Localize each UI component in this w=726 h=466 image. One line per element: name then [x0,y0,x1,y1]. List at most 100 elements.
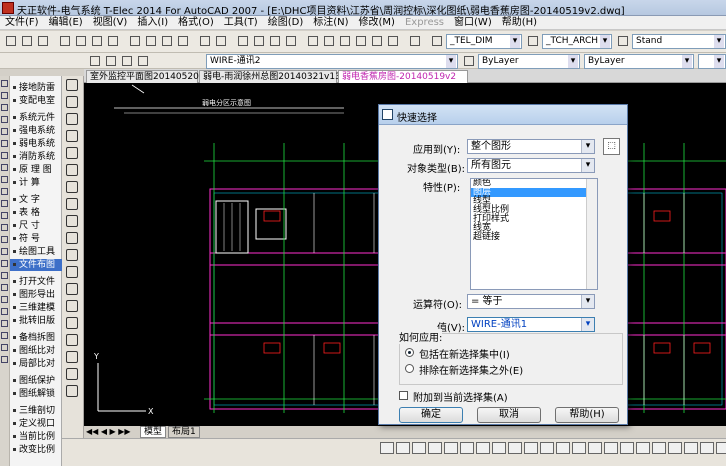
panel-item[interactable]: 尺 寸 [10,220,62,232]
layer-manager-icon[interactable] [88,54,102,68]
status-toggle-icon[interactable] [524,442,538,454]
panel-item[interactable]: 符 号 [10,233,62,245]
menu-item[interactable]: 格式(O) [173,16,219,30]
plot-icon[interactable] [106,34,120,48]
panel-item[interactable]: 当前比例 [10,431,62,443]
strip-icon[interactable] [1,272,8,279]
panel-item[interactable]: 文件布图 [10,259,62,271]
panel-item[interactable]: 局部比对 [10,358,62,370]
tab-nav-arrows[interactable]: ◀◀ ◀ ▶ ▶▶ [86,427,131,436]
text-style-icon[interactable] [430,34,444,48]
menu-item[interactable]: 修改(M) [354,16,400,30]
copy-icon[interactable] [144,34,158,48]
menu-item[interactable]: 文件(F) [0,16,44,30]
region-icon[interactable] [66,351,78,363]
ok-button[interactable]: 确定 [399,407,463,423]
strip-icon[interactable] [1,80,8,87]
panel-item[interactable]: 文 字 [10,194,62,206]
status-toggle-icon[interactable] [556,442,570,454]
hatch-icon[interactable] [66,317,78,329]
strip-icon[interactable] [1,200,8,207]
panel-item[interactable]: 图纸比对 [10,345,62,357]
help-button[interactable]: 帮助(H) [555,407,619,423]
status-toggle-icon[interactable] [396,442,410,454]
new-icon[interactable] [4,34,18,48]
status-toggle-icon[interactable] [508,442,522,454]
gradient-icon[interactable] [66,334,78,346]
status-toggle-icon[interactable] [476,442,490,454]
panel-item[interactable]: 图形导出 [10,289,62,301]
status-toggle-icon[interactable] [412,442,426,454]
panel-item[interactable]: 改变比例 [10,444,62,456]
doc-tab-2[interactable]: 弱电香蕉房图-20140519v2 [338,70,468,83]
layer-color-icon[interactable] [136,54,150,68]
strip-icon[interactable] [1,140,8,147]
status-toggle-icon[interactable] [444,442,458,454]
strip-icon[interactable] [1,236,8,243]
status-toggle-icon[interactable] [700,442,714,454]
match-properties-icon[interactable] [176,34,190,48]
status-toggle-icon[interactable] [572,442,586,454]
append-checkbox[interactable] [399,391,408,400]
panel-item[interactable]: 绘图工具 [10,246,62,258]
panel-item[interactable]: 三维剖切 [10,405,62,417]
strip-icon[interactable] [1,260,8,267]
rectangle-icon[interactable] [66,147,78,159]
layer-freeze-icon[interactable] [104,54,118,68]
strip-icon[interactable] [1,284,8,291]
quickcalc-icon[interactable] [386,34,400,48]
publish-icon[interactable] [90,34,104,48]
dim-style-icon[interactable] [526,34,540,48]
strip-icon[interactable] [1,308,8,315]
tool-palette-icon[interactable] [338,34,352,48]
layer-lock-icon[interactable] [120,54,134,68]
strip-icon[interactable] [1,356,8,363]
panel-item[interactable]: 强电系统 [10,125,62,137]
exclude-radio[interactable] [405,364,414,373]
strip-icon[interactable] [1,320,8,327]
color-select[interactable]: ByLayer [478,54,580,69]
zoom-previous-icon[interactable] [284,34,298,48]
panel-item[interactable]: 表 格 [10,207,62,219]
design-center-icon[interactable] [322,34,336,48]
status-toggle-icon[interactable] [540,442,554,454]
strip-icon[interactable] [1,116,8,123]
preview-icon[interactable] [74,34,88,48]
panel-item[interactable]: 接地防雷 [10,82,62,94]
lineweight-select[interactable] [698,54,726,69]
strip-icon[interactable] [1,224,8,231]
strip-icon[interactable] [1,188,8,195]
panel-item[interactable]: 图纸保护 [10,375,62,387]
tab-model[interactable]: 模型 [140,426,167,438]
include-radio[interactable] [405,348,414,357]
strip-icon[interactable] [1,92,8,99]
zoom-realtime-icon[interactable] [252,34,266,48]
strip-icon[interactable] [1,296,8,303]
doc-tab-0[interactable]: 室外监控平面图20140520 [86,70,199,83]
sheet-set-icon[interactable] [354,34,368,48]
status-toggle-icon[interactable] [620,442,634,454]
panel-item[interactable]: 图纸解锁 [10,388,62,400]
menu-item[interactable]: 编辑(E) [44,16,88,30]
open-icon[interactable] [20,34,34,48]
select-objects-button[interactable]: ⬚ [603,138,620,155]
save-icon[interactable] [36,34,50,48]
menu-item[interactable]: Express [400,16,449,30]
tab-layout1[interactable]: 布局1 [168,426,200,438]
cut-icon[interactable] [128,34,142,48]
doc-tab-1[interactable]: 弱电-雨润徐州总图20140321v13 [199,70,341,83]
arc-icon[interactable] [66,164,78,176]
value-select[interactable]: WIRE-通讯1 [467,317,595,332]
markup-icon[interactable] [370,34,384,48]
status-toggle-icon[interactable] [460,442,474,454]
strip-icon[interactable] [1,152,8,159]
print-icon[interactable] [58,34,72,48]
dialog-titlebar[interactable]: 快速选择 [379,105,627,125]
status-toggle-icon[interactable] [604,442,618,454]
panel-item[interactable]: 打开文件 [10,276,62,288]
panel-item[interactable]: 计 算 [10,177,62,189]
status-toggle-icon[interactable] [588,442,602,454]
table-style-select[interactable]: Stand [632,34,726,49]
layer-select[interactable]: WIRE-通讯2 [206,54,458,69]
strip-icon[interactable] [1,332,8,339]
